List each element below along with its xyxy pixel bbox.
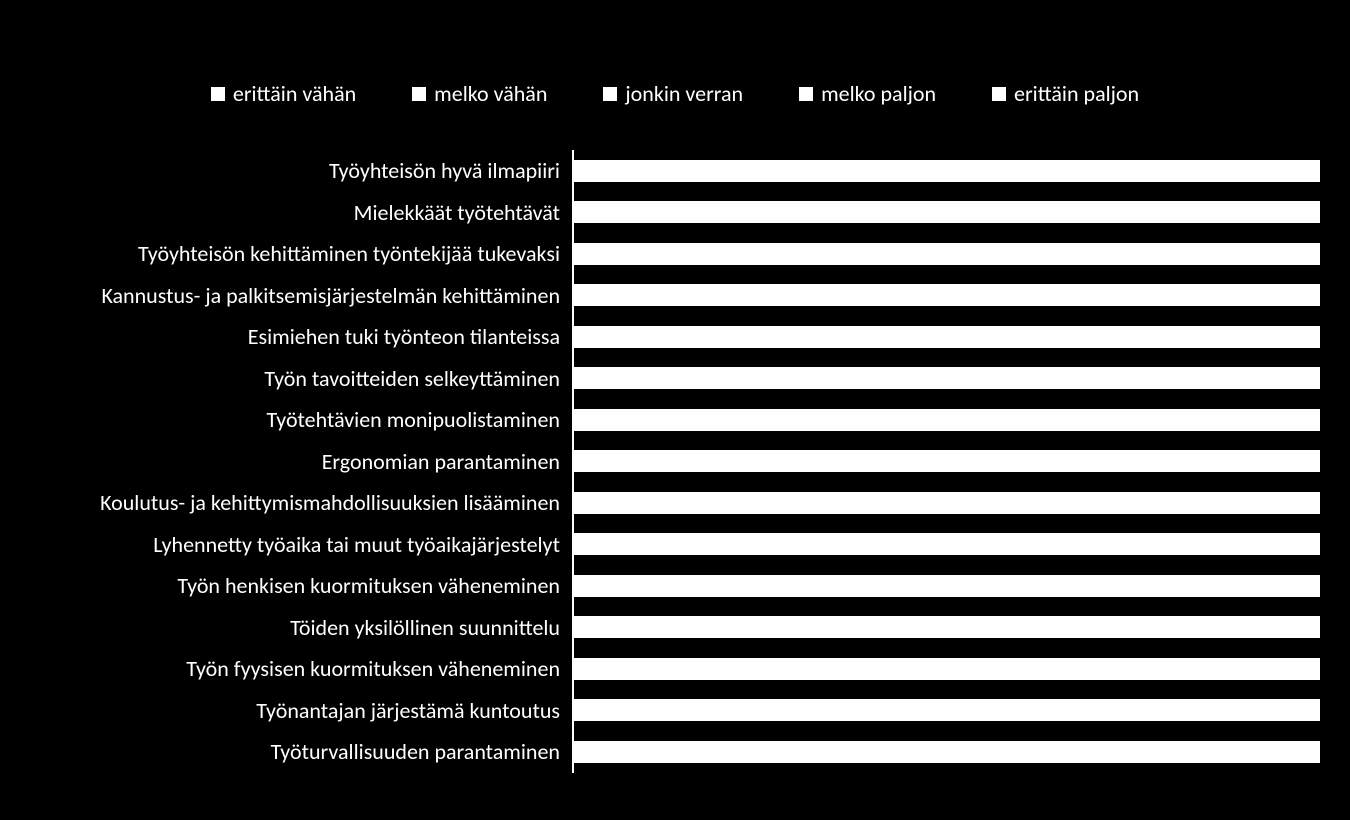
bar-track (572, 607, 1320, 649)
bar-track (572, 648, 1320, 690)
category-label: Työyhteisön hyvä ilmapiiri (30, 157, 572, 184)
bar (574, 741, 1320, 763)
bar (574, 201, 1320, 223)
category-label: Kannustus- ja palkitsemisjärjestelmän ke… (30, 282, 572, 309)
legend-label: erittäin paljon (1014, 80, 1139, 107)
chart-row: Työtehtävien monipuolistaminen (30, 399, 1320, 441)
chart-row: Työturvallisuuden parantaminen (30, 731, 1320, 773)
chart-row: Ergonomian parantaminen (30, 441, 1320, 483)
chart-row: Koulutus- ja kehittymismahdollisuuksien … (30, 482, 1320, 524)
bar (574, 367, 1320, 389)
legend-swatch-icon (603, 87, 617, 101)
bar (574, 533, 1320, 555)
category-label: Työnantajan järjestämä kuntoutus (30, 697, 572, 724)
chart-row: Työn tavoitteiden selkeyttäminen (30, 358, 1320, 400)
category-label: Ergonomian parantaminen (30, 448, 572, 475)
bar-track (572, 233, 1320, 275)
plot-area: Työyhteisön hyvä ilmapiiri Mielekkäät työ… (30, 150, 1320, 780)
bar-track (572, 731, 1320, 773)
bar-track (572, 399, 1320, 441)
chart-row: Kannustus- ja palkitsemisjärjestelmän ke… (30, 275, 1320, 317)
legend-label: jonkin verran (625, 80, 743, 107)
bar (574, 492, 1320, 514)
chart-row: Työnantajan järjestämä kuntoutus (30, 690, 1320, 732)
legend-item: erittäin paljon (992, 80, 1139, 107)
legend-item: jonkin verran (603, 80, 743, 107)
category-label: Työturvallisuuden parantaminen (30, 738, 572, 765)
category-label: Työn henkisen kuormituksen väheneminen (30, 572, 572, 599)
chart-row: Esimiehen tuki työnteon tilanteissa (30, 316, 1320, 358)
bar (574, 616, 1320, 638)
category-label: Koulutus- ja kehittymismahdollisuuksien … (30, 489, 572, 516)
category-label: Esimiehen tuki työnteon tilanteissa (30, 323, 572, 350)
chart-row: Töiden yksilöllinen suunnittelu (30, 607, 1320, 649)
bar (574, 658, 1320, 680)
bar-track (572, 441, 1320, 483)
bar (574, 160, 1320, 182)
bar-track (572, 482, 1320, 524)
bar (574, 699, 1320, 721)
category-label: Työyhteisön kehittäminen työntekijää tuk… (30, 240, 572, 267)
bar-track (572, 358, 1320, 400)
legend-item: melko paljon (799, 80, 936, 107)
legend-swatch-icon (211, 87, 225, 101)
category-label: Lyhennetty työaika tai muut työaikajärje… (30, 531, 572, 558)
chart-row: Mielekkäät työtehtävät (30, 192, 1320, 234)
chart-row: Työyhteisön hyvä ilmapiiri (30, 150, 1320, 192)
chart-row: Työyhteisön kehittäminen työntekijää tuk… (30, 233, 1320, 275)
legend-swatch-icon (799, 87, 813, 101)
legend-item: melko vähän (412, 80, 547, 107)
category-label: Työn fyysisen kuormituksen väheneminen (30, 655, 572, 682)
bar-track (572, 316, 1320, 358)
bar (574, 575, 1320, 597)
legend-label: melko paljon (821, 80, 936, 107)
legend-label: erittäin vähän (233, 80, 356, 107)
chart-row: Lyhennetty työaika tai muut työaikajärje… (30, 524, 1320, 566)
bar-track (572, 690, 1320, 732)
legend-label: melko vähän (434, 80, 547, 107)
bar-track (572, 150, 1320, 192)
legend-swatch-icon (412, 87, 426, 101)
chart-row: Työn henkisen kuormituksen väheneminen (30, 565, 1320, 607)
chart-row: Työn fyysisen kuormituksen väheneminen (30, 648, 1320, 690)
stacked-bar-chart: erittäin vähän melko vähän jonkin verran… (0, 0, 1350, 820)
bar (574, 450, 1320, 472)
bar-track (572, 275, 1320, 317)
bar (574, 409, 1320, 431)
bar (574, 284, 1320, 306)
legend-swatch-icon (992, 87, 1006, 101)
category-label: Mielekkäät työtehtävät (30, 199, 572, 226)
bar (574, 326, 1320, 348)
chart-legend: erittäin vähän melko vähän jonkin verran… (0, 80, 1350, 107)
bar (574, 243, 1320, 265)
bar-track (572, 565, 1320, 607)
category-label: Työtehtävien monipuolistaminen (30, 406, 572, 433)
legend-item: erittäin vähän (211, 80, 356, 107)
category-label: Työn tavoitteiden selkeyttäminen (30, 365, 572, 392)
category-label: Töiden yksilöllinen suunnittelu (30, 614, 572, 641)
bar-track (572, 192, 1320, 234)
bar-track (572, 524, 1320, 566)
